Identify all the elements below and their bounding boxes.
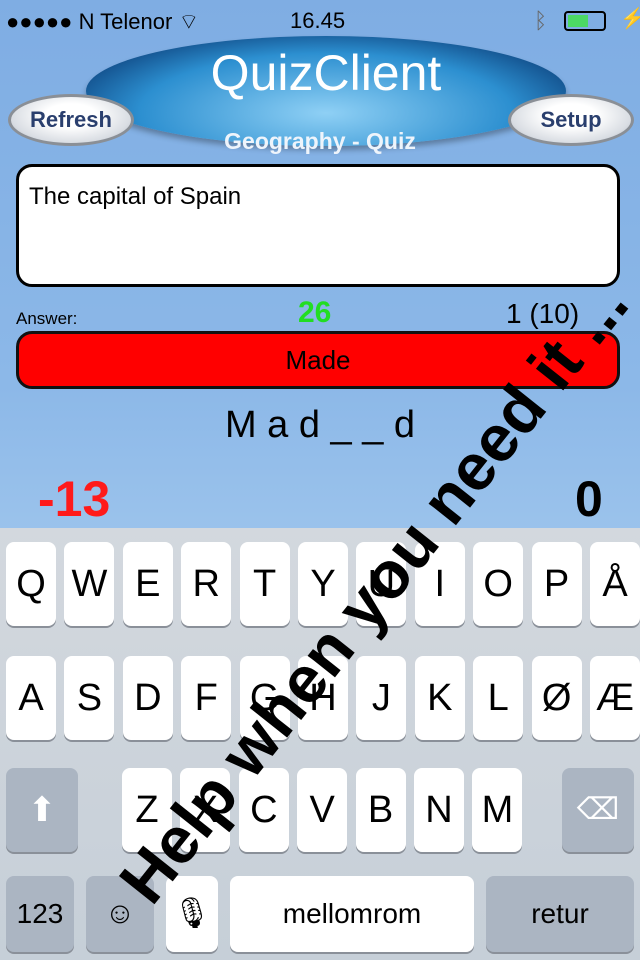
question-progress: 1 (10) — [506, 298, 580, 329]
key-f[interactable]: F — [181, 656, 232, 740]
key-ø[interactable]: Ø — [531, 656, 582, 740]
bluetooth-icon: ᛒ — [534, 8, 548, 33]
key-k[interactable]: K — [414, 656, 465, 740]
key-h[interactable]: H — [298, 656, 348, 740]
carrier-status: ●●●●● N Telenor ⌔ — [6, 8, 199, 36]
dictation-key[interactable]: 🎙 — [166, 876, 218, 952]
key-å[interactable]: Å — [590, 542, 640, 626]
numbers-key[interactable]: 123 — [6, 876, 74, 952]
score-left: -13 — [38, 471, 111, 527]
battery-icon — [564, 11, 606, 31]
return-key[interactable]: retur — [486, 876, 634, 952]
key-c[interactable]: C — [238, 768, 289, 852]
microphone-icon: 🎙 — [172, 897, 212, 930]
clock: 16.45 — [290, 8, 346, 33]
key-d[interactable]: D — [122, 656, 173, 740]
time-counter: 26 — [298, 296, 332, 329]
key-t[interactable]: T — [239, 542, 290, 626]
wifi-icon: ⌔ — [178, 9, 200, 34]
key-y[interactable]: Y — [298, 542, 348, 626]
key-s[interactable]: S — [64, 656, 115, 740]
key-g[interactable]: G — [239, 656, 290, 740]
signal-icon: ●●●●● — [6, 9, 73, 34]
answer-label: Answer: — [16, 309, 78, 328]
key-p[interactable]: P — [531, 542, 582, 626]
shift-icon: ⬆ — [27, 791, 57, 829]
key-æ[interactable]: Æ — [590, 656, 640, 740]
key-z[interactable]: Z — [122, 768, 172, 852]
key-o[interactable]: O — [473, 542, 524, 626]
key-b[interactable]: B — [355, 768, 406, 852]
key-e[interactable]: E — [122, 542, 173, 626]
space-key[interactable]: mellomrom — [230, 876, 474, 952]
key-n[interactable]: N — [414, 768, 464, 852]
key-w[interactable]: W — [64, 542, 115, 626]
key-v[interactable]: V — [297, 768, 348, 852]
emoji-icon: ☺ — [104, 897, 136, 930]
shift-key[interactable]: ⬆ — [6, 768, 78, 852]
answer-input[interactable]: Made — [16, 331, 620, 389]
question-box: The capital of Spain — [16, 164, 620, 287]
key-x[interactable]: X — [180, 768, 231, 852]
key-j[interactable]: J — [356, 656, 407, 740]
backspace-key[interactable]: ⌫ — [562, 768, 634, 852]
logo-text: QuizClient — [210, 45, 442, 101]
hint-text: M a d _ _ d — [224, 404, 416, 446]
key-m[interactable]: M — [472, 768, 523, 852]
key-r[interactable]: R — [181, 542, 232, 626]
score-right: 0 — [575, 471, 603, 527]
key-u[interactable]: U — [356, 542, 407, 626]
emoji-key[interactable]: ☺ — [86, 876, 154, 952]
key-q[interactable]: Q — [6, 542, 56, 626]
key-a[interactable]: A — [6, 656, 56, 740]
key-i[interactable]: I — [414, 542, 465, 626]
carrier: N Telenor — [78, 9, 173, 34]
backspace-icon: ⌫ — [576, 793, 620, 826]
charging-icon: ⚡ — [620, 8, 640, 30]
key-l[interactable]: L — [473, 656, 524, 740]
quiz-title: Geography - Quiz — [224, 128, 416, 154]
